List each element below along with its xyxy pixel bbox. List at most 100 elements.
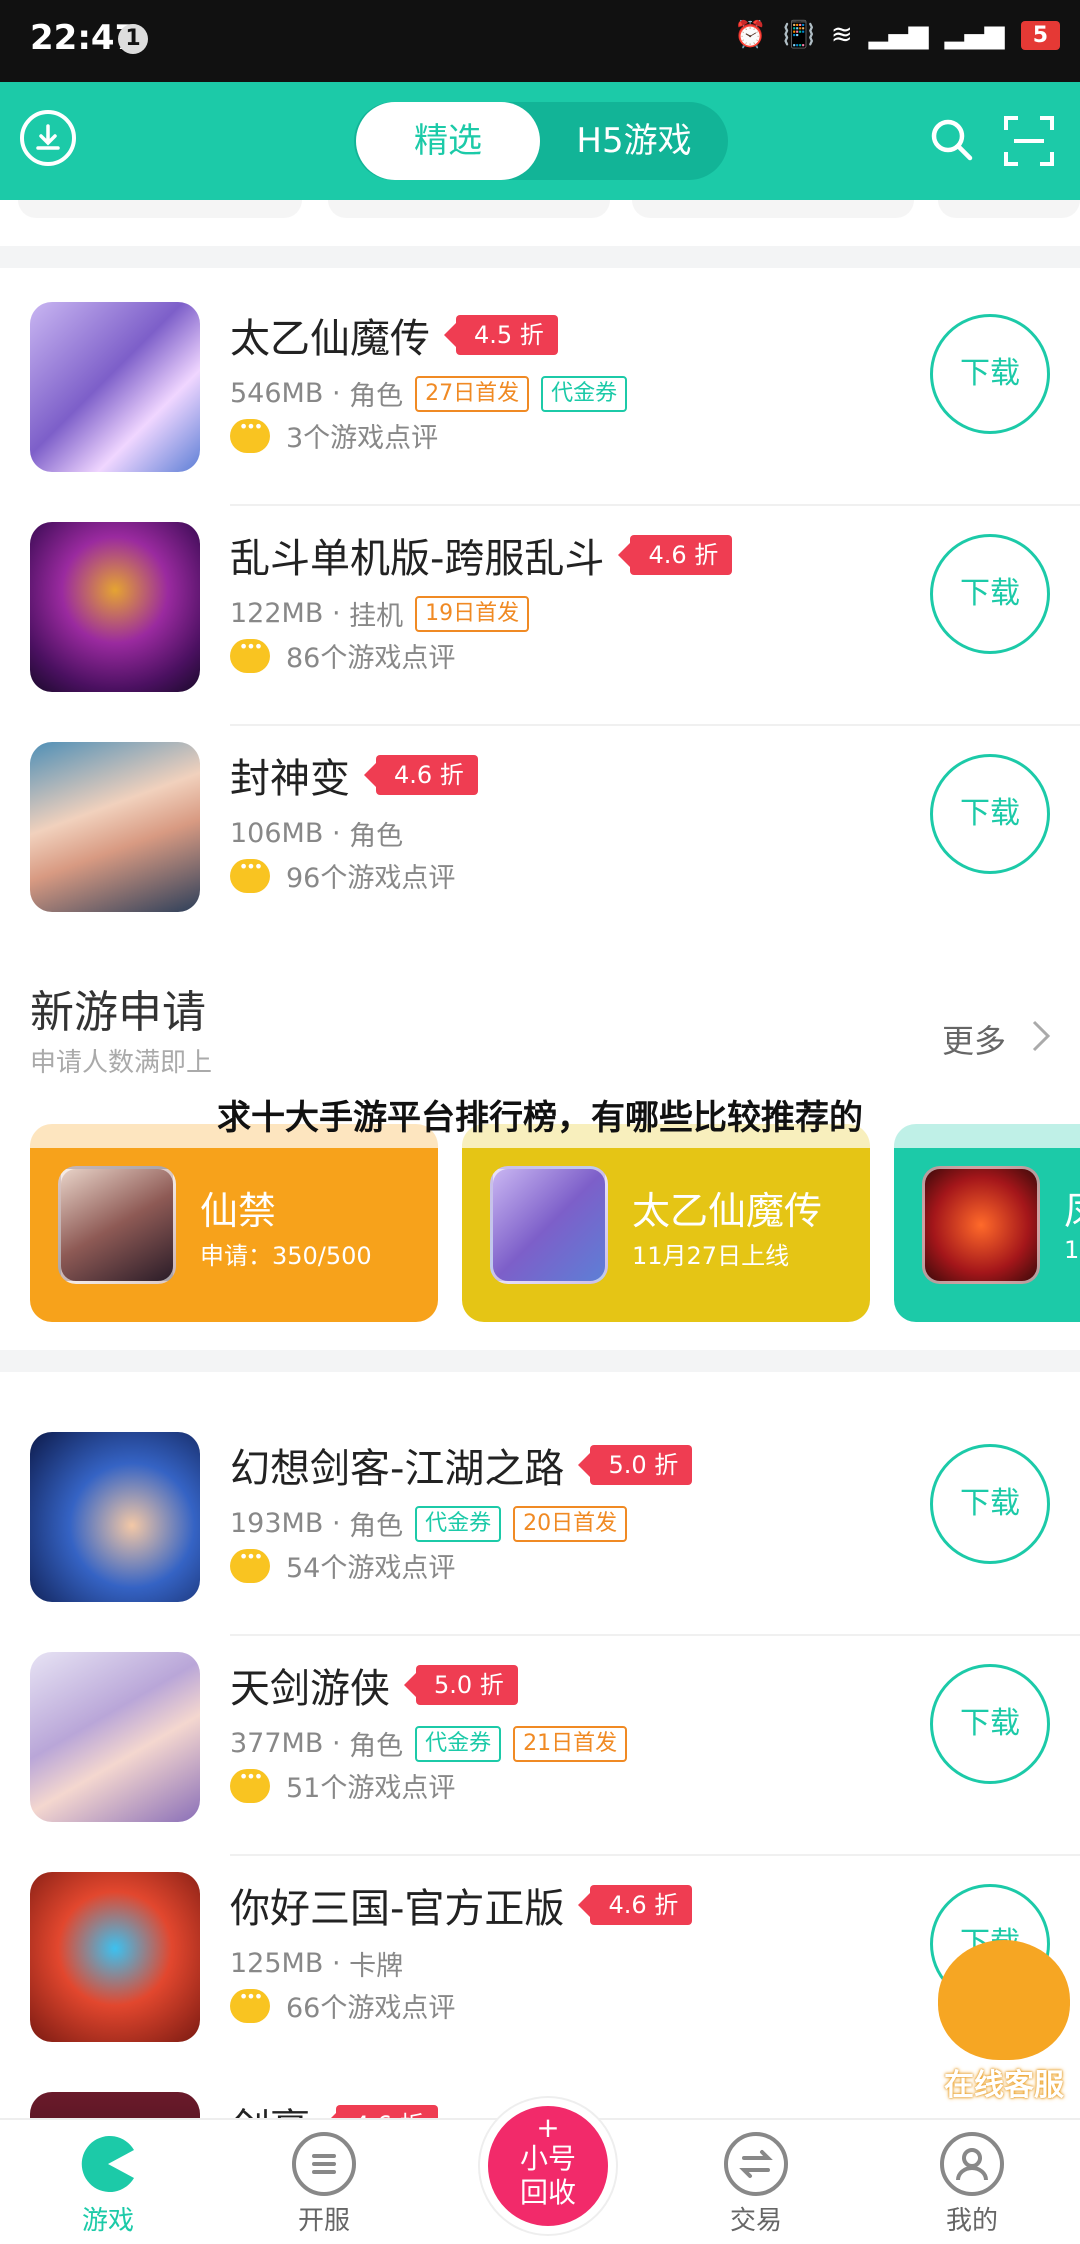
account-recycle-button[interactable]: + 小号 回收	[480, 2098, 616, 2234]
customer-service-label: 在线客服	[944, 2068, 1064, 2103]
download-button[interactable]: 下载	[930, 1444, 1050, 1564]
download-manager-icon[interactable]	[20, 110, 76, 166]
discount-badge: 4.5 折	[444, 315, 558, 355]
voucher-tag: 代金券	[415, 1505, 502, 1542]
header-tabs: 精选 H5游戏	[354, 102, 728, 180]
tab-h5-games[interactable]: H5游戏	[540, 102, 728, 180]
download-button[interactable]: 下载	[930, 1664, 1050, 1784]
nav-label: 交易	[729, 2206, 782, 2236]
comment-bubble-icon	[230, 417, 270, 453]
section-separator	[0, 246, 1080, 268]
game-size: 122MB	[230, 598, 324, 629]
voucher-tag: 代金券	[541, 375, 628, 412]
chip-fragment	[938, 200, 1080, 218]
battery-icon: 5	[1020, 20, 1060, 50]
nav-label: 我的	[945, 2206, 998, 2236]
customer-service-float[interactable]: 在线客服	[928, 1940, 1080, 2110]
comment-bubble-icon	[230, 1987, 270, 2023]
launch-date: 11月27日上线	[632, 1242, 790, 1270]
game-title: 乱斗单机版-跨服乱斗	[230, 536, 605, 582]
system-icons: ⏰ 📳 ≋ ▂▄▆ ▂▄▆ 5	[734, 20, 1060, 50]
game-title: 你好三国-官方正版	[230, 1886, 565, 1932]
chip-fragment	[632, 200, 914, 218]
new-game-name: 仙禁	[200, 1189, 277, 1233]
voucher-tag: 代金券	[415, 1725, 502, 1762]
game-size: 546MB	[230, 378, 324, 409]
nav-label: 游戏	[81, 2206, 134, 2236]
gamepad-icon	[76, 2132, 140, 2196]
discount-badge: 4.6 折	[364, 755, 478, 795]
game-genre: 角色	[349, 821, 404, 852]
game-genre: 角色	[349, 1731, 404, 1762]
status-bar: 22:47 1 ⏰ 📳 ≋ ▂▄▆ ▂▄▆ 5	[0, 0, 1080, 82]
scan-icon[interactable]	[1002, 114, 1056, 172]
signal-icon-2: ▂▄▆	[944, 20, 1005, 50]
game-title: 幻想剑客-江湖之路	[230, 1446, 565, 1492]
new-game-card[interactable]: 仙禁 申请：350/500	[30, 1124, 438, 1322]
game-size: 193MB	[230, 1508, 324, 1539]
apply-progress: 1	[1064, 1236, 1080, 1264]
game-list-item[interactable]: 天剑游侠 5.0 折 377MB · 角色 代金券 21日首发 51个游戏点评 …	[0, 1636, 1080, 1856]
signal-icon: ▂▄▆	[868, 20, 929, 50]
game-thumbnail	[30, 2092, 200, 2118]
new-game-card[interactable]: 太乙仙魔传 11月27日上线	[462, 1124, 870, 1322]
vibrate-icon: 📳	[782, 20, 815, 50]
game-thumbnail	[922, 1166, 1040, 1284]
nav-label: 开服	[297, 2206, 350, 2236]
chip-fragment	[18, 200, 302, 218]
chevron-right-icon[interactable]	[1030, 1018, 1052, 1058]
user-icon	[940, 2132, 1004, 2196]
more-link[interactable]: 更多	[942, 1016, 1006, 1062]
discount-badge: 5.0 折	[404, 1665, 518, 1705]
tiger-mascot-icon	[938, 1940, 1070, 2060]
game-list-item[interactable]: 幻想剑客-江湖之路 5.0 折 193MB · 角色 代金券 20日首发 54个…	[0, 1416, 1080, 1636]
game-thumbnail	[30, 1432, 200, 1602]
game-list-item[interactable]: 你好三国-官方正版 4.6 折 125MB · 卡牌 66个游戏点评 下载	[0, 1856, 1080, 2076]
game-list-item[interactable]: 乱斗单机版-跨服乱斗 4.6 折 122MB · 挂机 19日首发 86个游戏点…	[0, 506, 1080, 726]
game-thumbnail	[30, 302, 200, 472]
exchange-icon	[724, 2132, 788, 2196]
game-title: 太乙仙魔传	[230, 316, 430, 362]
list-icon	[292, 2132, 356, 2196]
game-size: 125MB	[230, 1948, 324, 1979]
download-button[interactable]: 下载	[930, 534, 1050, 654]
game-thumbnail	[30, 1652, 200, 1822]
notification-count-badge: 1	[118, 24, 148, 54]
review-count: 51个游戏点评	[286, 1773, 456, 1804]
download-button[interactable]: 下载	[930, 314, 1050, 434]
discount-badge: 4.6 折	[324, 2105, 438, 2118]
game-thumbnail	[30, 1872, 200, 2042]
center-button-label: 回收	[519, 2176, 576, 2209]
nav-item-profile[interactable]: 我的	[912, 2132, 1032, 2237]
review-count: 54个游戏点评	[286, 1553, 456, 1584]
app-header: 精选 H5游戏	[0, 82, 1080, 200]
nav-item-servers[interactable]: 开服	[264, 2132, 384, 2237]
comment-bubble-icon	[230, 637, 270, 673]
game-title: 剑豪	[230, 2096, 310, 2118]
wifi-icon: ≋	[830, 20, 853, 50]
game-size: 377MB	[230, 1728, 324, 1759]
tab-featured[interactable]: 精选	[356, 102, 540, 180]
new-game-card[interactable]: 凤 1	[894, 1124, 1080, 1322]
plus-icon: +	[536, 2111, 560, 2144]
comment-bubble-icon	[230, 1547, 270, 1583]
release-tag: 19日首发	[415, 595, 530, 632]
game-list-item[interactable]: 太乙仙魔传 4.5 折 546MB · 角色 27日首发 代金券 3个游戏点评 …	[0, 286, 1080, 506]
game-title: 天剑游侠	[230, 1666, 390, 1712]
comment-bubble-icon	[230, 1767, 270, 1803]
game-title: 封神变	[230, 756, 350, 802]
discount-badge: 4.6 折	[618, 535, 733, 575]
comment-bubble-icon	[230, 857, 270, 893]
nav-item-games[interactable]: 游戏	[48, 2132, 168, 2237]
search-icon[interactable]	[928, 116, 976, 168]
center-button-label: 小号	[519, 2142, 576, 2175]
nav-item-trade[interactable]: 交易	[696, 2132, 816, 2237]
new-game-name: 太乙仙魔传	[632, 1189, 823, 1233]
game-thumbnail	[490, 1166, 608, 1284]
review-count: 96个游戏点评	[286, 863, 456, 894]
download-button[interactable]: 下载	[930, 754, 1050, 874]
game-size: 106MB	[230, 818, 324, 849]
game-genre: 角色	[349, 381, 404, 412]
release-tag: 27日首发	[415, 375, 530, 412]
game-list-item[interactable]: 封神变 4.6 折 106MB · 角色 96个游戏点评 下载	[0, 726, 1080, 946]
